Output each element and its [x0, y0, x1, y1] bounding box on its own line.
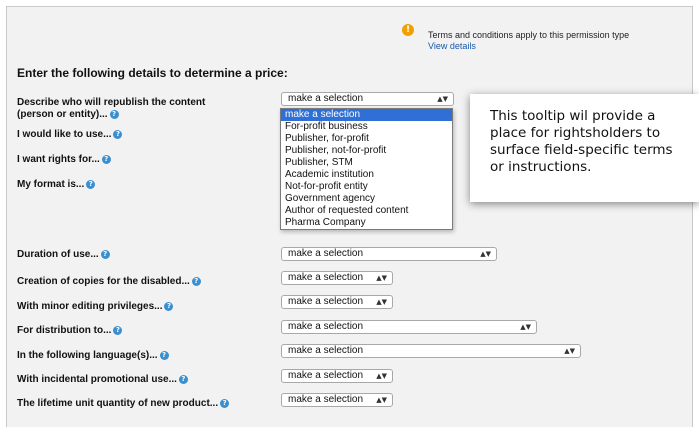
- dropdown-option[interactable]: Publisher, for-profit: [281, 133, 452, 145]
- field-label-use: I would like to use...?: [17, 129, 123, 141]
- field-label-format: My format is...?: [17, 179, 96, 191]
- republisher-select[interactable]: make a selection ▲▼: [281, 92, 454, 106]
- republisher-dropdown-list: make a selection For-profit business Pub…: [280, 108, 453, 230]
- field-label-rights: I want rights for...?: [17, 154, 111, 166]
- help-icon[interactable]: ?: [220, 398, 230, 408]
- select-arrows-icon: ▲▼: [564, 347, 575, 355]
- dropdown-option[interactable]: Author of requested content: [281, 205, 452, 217]
- help-icon[interactable]: ?: [86, 179, 96, 189]
- duration-select[interactable]: make a selection ▲▼: [281, 247, 497, 261]
- form-heading: Enter the following details to determine…: [17, 66, 288, 80]
- disabled-copies-select[interactable]: make a selection ▲▼: [281, 271, 393, 285]
- view-details-link[interactable]: View details: [428, 41, 476, 52]
- dropdown-option[interactable]: Publisher, not-for-profit: [281, 145, 452, 157]
- help-icon[interactable]: ?: [100, 249, 110, 259]
- select-arrows-icon: ▲▼: [376, 372, 387, 380]
- select-arrows-icon: ▲▼: [520, 323, 531, 331]
- help-icon[interactable]: ?: [109, 109, 119, 119]
- dropdown-option[interactable]: Academic institution: [281, 169, 452, 181]
- select-arrows-icon: ▲▼: [437, 95, 448, 103]
- select-arrows-icon: ▲▼: [480, 250, 491, 258]
- select-arrows-icon: ▲▼: [376, 274, 387, 282]
- field-label-language: In the following language(s)...?: [17, 350, 169, 362]
- dropdown-option[interactable]: For-profit business: [281, 121, 452, 133]
- select-arrows-icon: ▲▼: [376, 298, 387, 306]
- help-icon[interactable]: ?: [113, 325, 123, 335]
- help-icon[interactable]: ?: [113, 129, 123, 139]
- help-icon[interactable]: ?: [178, 374, 188, 384]
- unit-quantity-select[interactable]: make a selection ▲▼: [281, 393, 393, 407]
- field-tooltip: This tooltip wil provide a place for rig…: [470, 94, 699, 202]
- select-arrows-icon: ▲▼: [376, 396, 387, 404]
- field-label-promotional: With incidental promotional use...?: [17, 374, 188, 386]
- dropdown-option[interactable]: Pharma Company: [281, 217, 452, 229]
- dropdown-option[interactable]: Not-for-profit entity: [281, 181, 452, 193]
- language-select[interactable]: make a selection ▲▼: [281, 344, 581, 358]
- distribution-select[interactable]: make a selection ▲▼: [281, 320, 537, 334]
- field-label-disabled-copies: Creation of copies for the disabled...?: [17, 276, 201, 288]
- dropdown-option[interactable]: Publisher, STM: [281, 157, 452, 169]
- field-label-republisher: Describe who will republish the content …: [17, 97, 206, 120]
- field-label-duration: Duration of use...?: [17, 249, 110, 261]
- field-label-unit-quantity: The lifetime unit quantity of new produc…: [17, 398, 230, 410]
- help-icon[interactable]: ?: [159, 350, 169, 360]
- dropdown-option[interactable]: make a selection: [281, 109, 452, 121]
- editing-select[interactable]: make a selection ▲▼: [281, 295, 393, 309]
- warning-icon: !: [402, 24, 414, 36]
- help-icon[interactable]: ?: [101, 154, 111, 164]
- help-icon[interactable]: ?: [191, 276, 201, 286]
- dropdown-option[interactable]: Government agency: [281, 193, 452, 205]
- field-label-distribution: For distribution to...?: [17, 325, 123, 337]
- help-icon[interactable]: ?: [164, 301, 174, 311]
- field-label-editing: With minor editing privileges...?: [17, 301, 174, 313]
- promotional-select[interactable]: make a selection ▲▼: [281, 369, 393, 383]
- terms-text: Terms and conditions apply to this permi…: [428, 30, 630, 40]
